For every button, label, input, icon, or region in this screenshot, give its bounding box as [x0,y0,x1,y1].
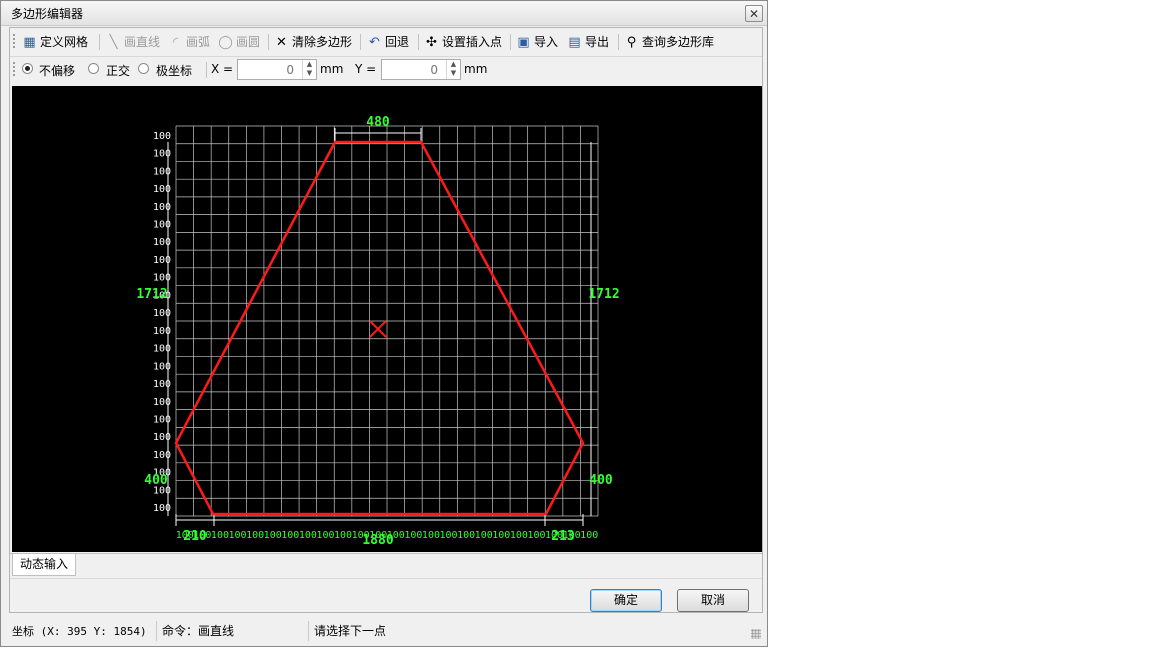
close-button[interactable]: ✕ [745,5,763,22]
dim-bottom-label: 1880 [362,533,393,548]
query-library-label: 查询多边形库 [642,35,715,49]
grid-label-bottom: 100 [580,530,598,541]
grid-label-bottom: 100 [299,530,317,541]
import-label: 导入 [534,35,559,49]
draw-line-button[interactable]: ╲ 画直线 [106,33,160,51]
clear-polygon-button[interactable]: ✕ 清除多边形 [274,33,352,51]
define-grid-button[interactable]: ▦ 定义网格 [22,33,88,51]
grid-label-bottom: 100 [527,530,545,541]
clear-icon: ✕ [276,35,287,50]
no-offset-radio[interactable] [22,63,33,74]
dim-right-label: 1712 [588,287,619,302]
grid-label-bottom: 100 [422,530,440,541]
dim-top-label: 480 [366,115,390,130]
dim-left-low-label: 400 [144,473,168,488]
y-spinbox[interactable]: ▲▼ [381,59,461,80]
coords-text: 坐标 (X: 395 Y: 1854) [12,625,147,638]
draw-arc-button[interactable]: ◜ 画弧 [168,33,210,51]
grid-label-left: 100 [153,131,171,142]
optionbar-grip[interactable] [13,62,15,78]
status-coords: 坐标 (X: 395 Y: 1854) [9,621,157,641]
clear-polygon-label: 清除多边形 [292,35,353,49]
polygon-editor-window: 多边形编辑器 ✕ ▦ 定义网格 ╲ 画直线 ◜ 画弧 ◯画圆 ✕ 清除多边形 [0,0,768,647]
x-spinbox[interactable]: ▲▼ [237,59,317,80]
editor-panel: ▦ 定义网格 ╲ 画直线 ◜ 画弧 ◯ 画圆 ✕ 清除多边形 ↶ 回退 ✣ 设置插入点 [9,27,763,613]
import-icon: ▣ [517,35,530,50]
draw-line-label: 画直线 [124,35,161,49]
status-prompt: 请选择下一点 [314,624,387,638]
insert-point-marker[interactable] [369,320,387,338]
grid-label-bottom: 100 [316,530,334,541]
grid-label-bottom: 100 [211,530,229,541]
ortho-label[interactable]: 正交 [106,62,130,79]
grid-label-bottom: 100 [475,530,493,541]
draw-arc-label: 画弧 [186,35,211,49]
tab-dynamic-input[interactable]: 动态输入 [12,554,76,576]
x-spin-arrows[interactable]: ▲ ▼ [302,60,316,79]
grid-label-bottom: 100 [229,530,247,541]
y-label: Y = [355,62,377,76]
dim-right-low-label: 400 [589,473,613,488]
insert-point-icon: ✣ [426,35,437,50]
dim-bottom-left-label: 210 [183,529,207,544]
export-icon: ▤ [568,35,581,50]
export-label: 导出 [585,35,610,49]
window-title: 多边形编辑器 [11,7,84,21]
grid-label-bottom: 100 [492,530,510,541]
arc-icon: ◜ [172,35,179,50]
grid-label-bottom: 100 [404,530,422,541]
set-insert-point-button[interactable]: ✣ 设置插入点 [424,33,502,51]
toolbar: ▦ 定义网格 ╲ 画直线 ◜ 画弧 ◯ 画圆 ✕ 清除多边形 ↶ 回退 ✣ 设置插入点 [10,28,762,57]
circle-icon: ◯ [218,35,233,50]
define-grid-label: 定义网格 [40,35,89,49]
grid-icon: ▦ [23,35,36,50]
undo-button[interactable]: ↶ 回退 [367,33,409,51]
undo-label: 回退 [385,35,410,49]
resize-grip[interactable] [751,629,761,639]
toolbar-grip[interactable] [13,34,15,50]
export-button[interactable]: ▤ 导出 [567,33,609,51]
y-spin-arrows[interactable]: ▲ ▼ [446,60,460,79]
grid-label-bottom: 100 [457,530,475,541]
grid-label-bottom: 100 [281,530,299,541]
drawing-canvas[interactable]: 100 100 100 100 100 100 100 100 100 100 100 100 100 1… [12,86,762,552]
cancel-button[interactable]: 取消 [677,589,749,612]
option-bar: 不偏移 正交 极坐标 X = ▲▼ mm Y = ▲▼ mm [10,57,762,83]
title-bar: 多边形编辑器 ✕ [1,1,767,26]
polar-radio[interactable] [138,63,149,74]
query-library-button[interactable]: ⚲ 查询多边形库 [624,33,714,51]
grid-label-bottom: 100 [246,530,264,541]
ortho-radio[interactable] [88,63,99,74]
polar-label[interactable]: 极坐标 [156,62,192,79]
import-button[interactable]: ▣ 导入 [516,33,558,51]
status-bar: 坐标 (X: 395 Y: 1854) 命令：画直线 请选择下一点 [9,621,763,643]
grid-label-bottom: 100 [334,530,352,541]
draw-circle-button[interactable]: ◯ 画圆 [218,33,260,51]
grid-label-bottom: 100 [510,530,528,541]
grid-label-bottom: 100 [264,530,282,541]
y-input[interactable] [382,60,442,79]
x-unit: mm [320,62,344,76]
status-command: 命令：画直线 [159,621,309,641]
polygon-canvas-svg[interactable]: 1001001001001001001001001001001001001001… [12,86,762,552]
dim-left-label: 1712 [136,287,167,302]
ok-button[interactable]: 确定 [590,589,662,612]
dialog-buttons: 确定 取消 [10,578,762,614]
tab-bar: 动态输入 [10,553,762,578]
undo-icon: ↶ [369,35,380,50]
x-input[interactable] [238,60,298,79]
no-offset-label[interactable]: 不偏移 [39,62,75,79]
grid-label-bottom: 100 [440,530,458,541]
search-icon: ⚲ [626,35,637,50]
draw-circle-label: 画圆 [236,35,261,49]
dim-bottom-right-label: 213 [551,529,574,544]
line-icon: ╲ [109,35,118,50]
x-label: X = [211,62,234,76]
y-unit: mm [464,62,488,76]
set-insert-point-label: 设置插入点 [442,35,503,49]
